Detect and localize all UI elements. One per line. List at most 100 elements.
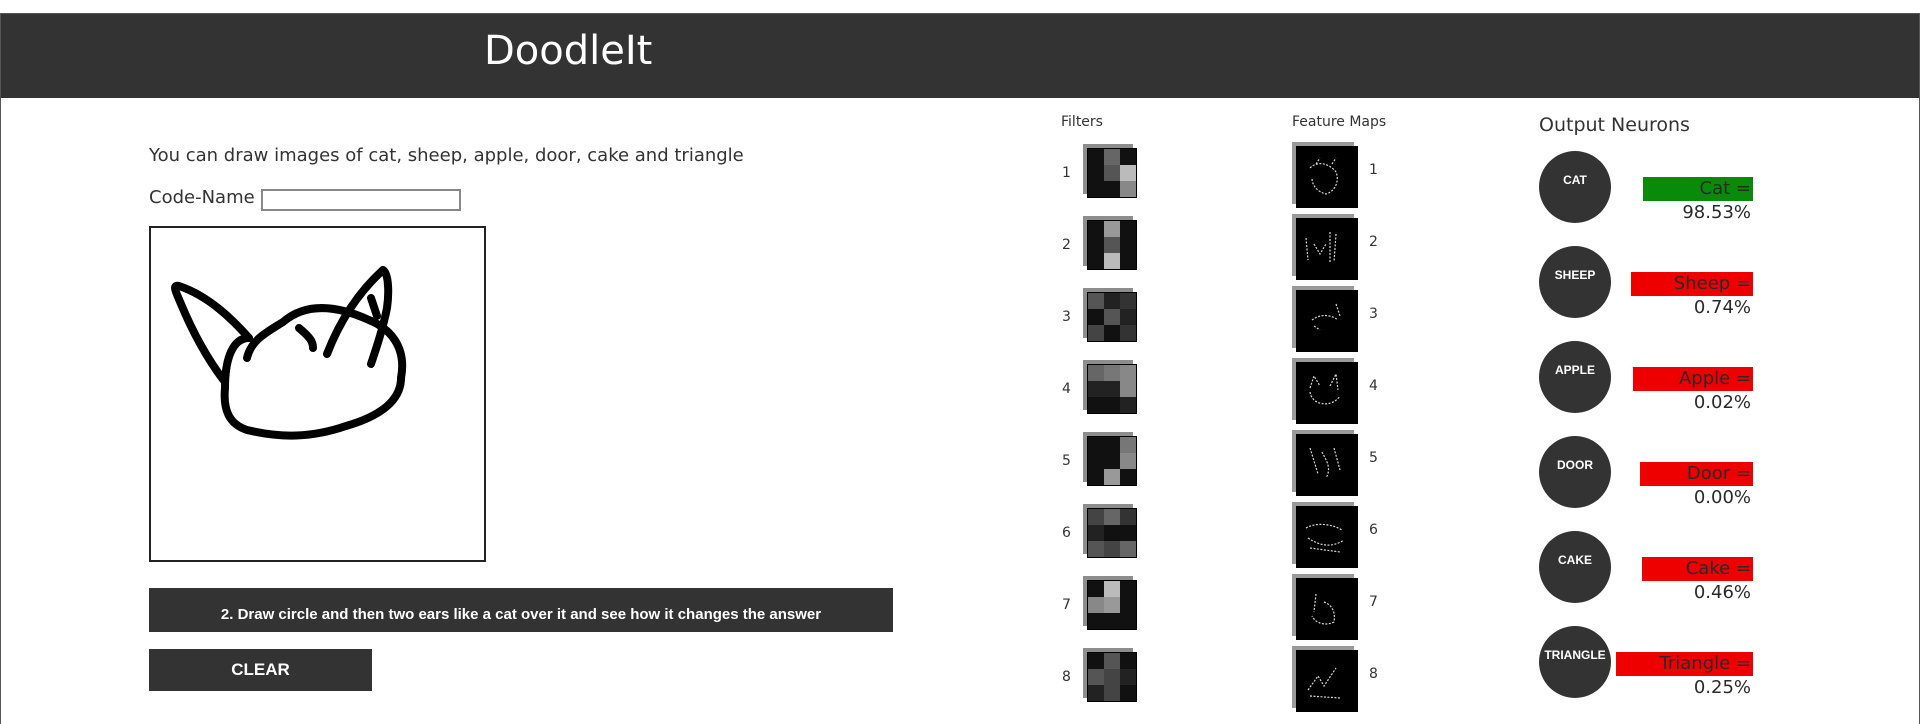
clear-button[interactable]: CLEAR xyxy=(149,649,372,691)
filter-cell xyxy=(1104,165,1120,181)
filter-cell xyxy=(1104,581,1120,597)
filter-cell xyxy=(1088,669,1104,685)
filter-cell xyxy=(1104,437,1120,453)
output-score: Door = 0.00% xyxy=(1640,462,1753,508)
filter-cell xyxy=(1104,541,1120,557)
filter-cell xyxy=(1120,669,1136,685)
filter-number: 3 xyxy=(1062,309,1071,325)
filter-cell xyxy=(1104,685,1120,701)
filter-cell xyxy=(1120,653,1136,669)
filter-kernel xyxy=(1083,504,1137,558)
filter-cell xyxy=(1104,149,1120,165)
filter-number: 7 xyxy=(1062,597,1071,613)
filter-cell xyxy=(1120,541,1136,557)
output-score: Sheep = 0.74% xyxy=(1631,272,1753,318)
filter-cell xyxy=(1120,237,1136,253)
filter-cell xyxy=(1088,293,1104,309)
doodle-drawing xyxy=(171,266,407,440)
feature-map-activation xyxy=(1305,523,1345,553)
filter-cell xyxy=(1088,613,1104,629)
output-score: Apple = 0.02% xyxy=(1633,367,1753,413)
filter-cell xyxy=(1104,181,1120,197)
feature-map xyxy=(1292,142,1358,208)
filter-cell xyxy=(1088,437,1104,453)
filter-kernel xyxy=(1083,576,1137,630)
filter-cell xyxy=(1088,469,1104,485)
filter-cell xyxy=(1120,381,1136,397)
filter-cell xyxy=(1104,221,1120,237)
filter-cell xyxy=(1088,165,1104,181)
filter-cell xyxy=(1104,613,1120,629)
filter-cell xyxy=(1088,397,1104,413)
app-title: DoodleIt xyxy=(484,28,653,74)
feature-map-activation xyxy=(1307,667,1341,699)
app-header: DoodleIt xyxy=(1,14,1919,98)
feature-map-activation xyxy=(1305,232,1337,263)
filter-cell xyxy=(1104,253,1120,269)
filter-number: 2 xyxy=(1062,237,1071,253)
feature-map-number: 2 xyxy=(1369,234,1378,250)
filter-cell xyxy=(1104,469,1120,485)
filter-cell xyxy=(1104,397,1120,413)
filter-cell xyxy=(1120,453,1136,469)
filter-cell xyxy=(1088,453,1104,469)
filter-cell xyxy=(1104,653,1120,669)
filter-cell xyxy=(1104,453,1120,469)
feature-map-number: 3 xyxy=(1369,306,1378,322)
filter-cell xyxy=(1088,581,1104,597)
feature-map xyxy=(1292,502,1358,568)
filter-cell xyxy=(1120,685,1136,701)
filter-cell xyxy=(1120,149,1136,165)
filter-cell xyxy=(1088,253,1104,269)
filter-cell xyxy=(1104,309,1120,325)
filter-cell xyxy=(1120,309,1136,325)
filter-cell xyxy=(1088,237,1104,253)
filter-cell xyxy=(1120,397,1136,413)
filter-cell xyxy=(1120,469,1136,485)
output-neurons-title: Output Neurons xyxy=(1539,114,1690,136)
filter-cell xyxy=(1120,597,1136,613)
filter-cell xyxy=(1104,597,1120,613)
filter-cell xyxy=(1088,309,1104,325)
filter-cell xyxy=(1104,365,1120,381)
filter-cell xyxy=(1104,525,1120,541)
filter-cell xyxy=(1088,653,1104,669)
output-neuron: CAT xyxy=(1539,151,1611,223)
drawing-canvas[interactable] xyxy=(149,226,486,562)
feature-map xyxy=(1292,574,1358,640)
output-neuron: CAKE xyxy=(1539,531,1611,603)
filter-number: 4 xyxy=(1062,381,1071,397)
filter-kernel xyxy=(1083,288,1137,342)
filter-cell xyxy=(1120,181,1136,197)
filter-cell xyxy=(1120,581,1136,597)
filter-number: 6 xyxy=(1062,525,1071,541)
filter-cell xyxy=(1104,381,1120,397)
filter-kernel xyxy=(1083,144,1137,198)
hint-banner: 2. Draw circle and then two ears like a … xyxy=(149,588,893,632)
filter-kernel xyxy=(1083,432,1137,486)
output-neuron: DOOR xyxy=(1539,436,1611,508)
filter-kernel xyxy=(1083,360,1137,414)
feature-map xyxy=(1292,646,1358,712)
intro-text: You can draw images of cat, sheep, apple… xyxy=(149,145,744,166)
output-score: Cat = 98.53% xyxy=(1643,177,1753,223)
filter-cell xyxy=(1120,325,1136,341)
filter-cell xyxy=(1088,685,1104,701)
output-neuron: SHEEP xyxy=(1539,246,1611,318)
feature-map-activation xyxy=(1309,157,1338,195)
feature-map xyxy=(1292,358,1358,424)
feature-map-number: 1 xyxy=(1369,162,1378,178)
filter-cell xyxy=(1088,509,1104,525)
feature-map-activation xyxy=(1309,447,1341,479)
filter-kernel xyxy=(1083,648,1137,702)
feature-map-number: 4 xyxy=(1369,378,1378,394)
codename-input[interactable] xyxy=(261,189,461,211)
output-score: Triangle = 0.25% xyxy=(1616,652,1753,698)
filter-cell xyxy=(1120,509,1136,525)
filter-cell xyxy=(1120,293,1136,309)
output-neuron: APPLE xyxy=(1539,341,1611,413)
feature-map-activation xyxy=(1311,303,1341,331)
filter-kernel xyxy=(1083,216,1137,270)
filter-cell xyxy=(1104,669,1120,685)
feature-map xyxy=(1292,286,1358,352)
